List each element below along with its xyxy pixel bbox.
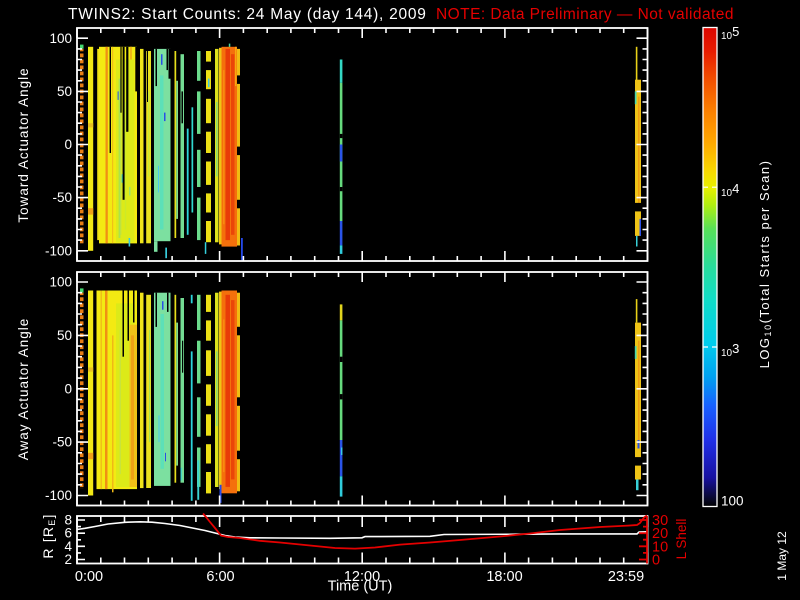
svg-text:100: 100 [721, 494, 744, 509]
svg-text:100: 100 [49, 275, 72, 290]
svg-text:100: 100 [49, 31, 72, 46]
svg-text:23:59: 23:59 [608, 569, 644, 585]
svg-text:Toward Actuator Angle: Toward Actuator Angle [16, 67, 31, 222]
svg-text:-100: -100 [45, 488, 72, 503]
svg-text:TWINS2: Start Counts: 24 May (: TWINS2: Start Counts: 24 May (day 144), … [68, 6, 427, 23]
svg-text:6: 6 [64, 526, 72, 541]
svg-text:6:00: 6:00 [206, 569, 234, 585]
svg-text:30: 30 [652, 513, 668, 529]
svg-text:-100: -100 [45, 243, 72, 258]
svg-text:Away Actuator Angle: Away Actuator Angle [16, 318, 31, 461]
svg-text:NOTE: Data Preliminary — Not v: NOTE: Data Preliminary — Not validated [436, 6, 734, 23]
svg-text:LOG10(Total Starts per Scan): LOG10(Total Starts per Scan) [757, 160, 773, 369]
svg-text:2: 2 [64, 552, 72, 567]
svg-text:Time (UT): Time (UT) [328, 579, 393, 595]
svg-text:50: 50 [57, 328, 72, 343]
svg-text:18:00: 18:00 [486, 569, 522, 585]
svg-text:4: 4 [64, 539, 72, 554]
svg-text:1 May 12: 1 May 12 [775, 531, 789, 581]
svg-text:0:00: 0:00 [75, 569, 103, 585]
svg-text:L Shell: L Shell [674, 519, 689, 560]
svg-text:8: 8 [64, 513, 72, 528]
svg-text:-50: -50 [52, 190, 72, 205]
svg-text:0: 0 [64, 381, 72, 396]
svg-text:0: 0 [64, 137, 72, 152]
svg-text:50: 50 [57, 84, 72, 99]
svg-text:-50: -50 [52, 435, 72, 450]
